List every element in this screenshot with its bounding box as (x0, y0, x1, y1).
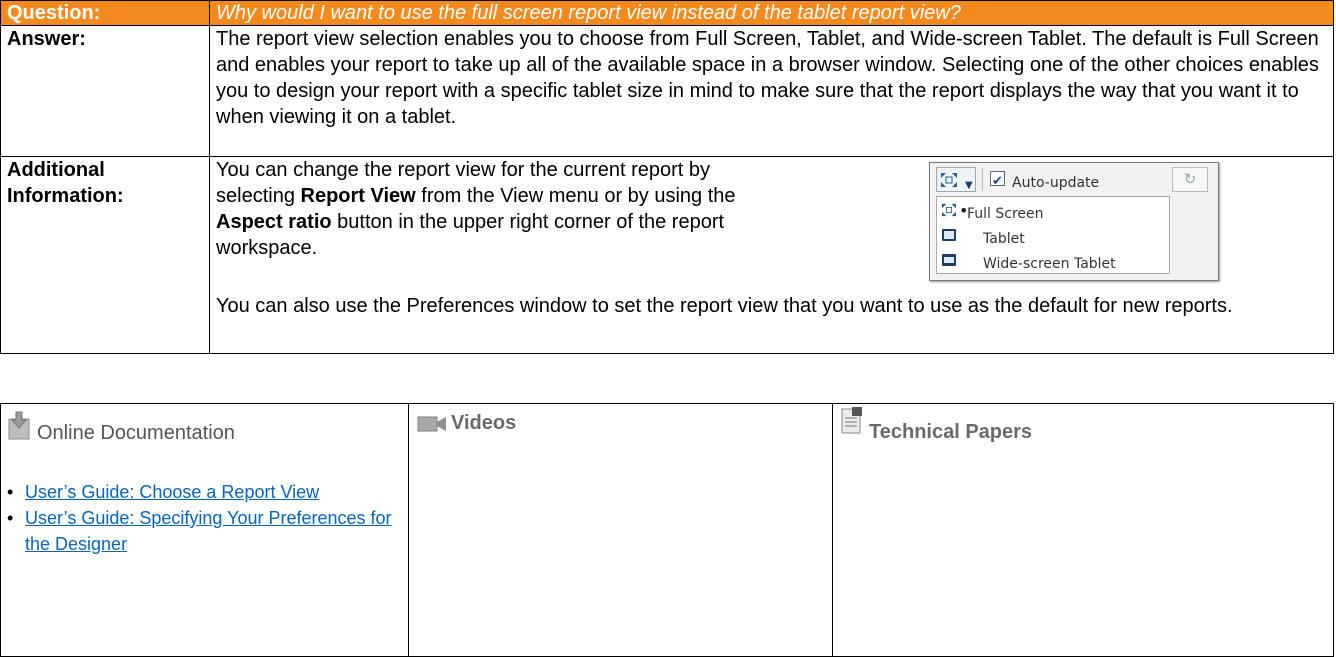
toolbar: ▼ ✔ Auto-update ↻ (930, 163, 1218, 196)
online-documentation-cell: Online Documentation • User’s Guide: Choo… (0, 403, 409, 657)
aspect-ratio-menu: • Full Screen Tablet Wide-screen Tablet (936, 196, 1170, 274)
wide-screen-tablet-icon (942, 254, 956, 266)
videos-cell: Videos (408, 403, 833, 657)
faq-page: Question: Why would I want to use the fu… (0, 0, 1336, 657)
answer-text: The report view selection enables you to… (209, 25, 1334, 157)
aspect-ratio-button[interactable]: ▼ (936, 167, 976, 192)
question-row: Question: Why would I want to use the fu… (0, 0, 1334, 26)
bullet-icon: • (7, 482, 14, 502)
aspect-ratio-term: Aspect ratio (216, 211, 332, 233)
technical-papers-cell: Technical Papers (832, 403, 1334, 657)
auto-update-label: Auto-update (1012, 175, 1100, 191)
technical-papers-title: Technical Papers (869, 421, 1033, 443)
answer-row: Answer: The report view selection enable… (0, 25, 1334, 157)
additional-label: Additional Information: (0, 156, 210, 354)
report-view-term: Report View (300, 185, 416, 207)
link-specifying-preferences[interactable]: User’s Guide: Specifying Your Preference… (25, 508, 392, 554)
resources-table: Online Documentation • User’s Guide: Choo… (0, 403, 1334, 657)
additional-paragraph-2: You can also use the Preferences window … (216, 295, 1233, 317)
refresh-button[interactable]: ↻ (1172, 167, 1208, 192)
menu-item-label: Wide-screen Tablet (983, 256, 1116, 272)
videos-title: Videos (451, 412, 517, 434)
question-label: Question: (0, 0, 210, 26)
aspect-ratio-screenshot: ▼ ✔ Auto-update ↻ • Full Screen Tablet W… (929, 162, 1219, 281)
video-camera-icon (417, 416, 446, 432)
tablet-icon (942, 229, 956, 241)
question-text: Why would I want to use the full screen … (209, 0, 1334, 26)
additional-text-c: from the View menu or by using the (415, 185, 736, 207)
list-item: • User’s Guide: Specifying Your Preferenc… (7, 505, 407, 557)
toolbar-divider (982, 168, 983, 191)
download-document-icon (8, 411, 30, 440)
online-documentation-title: Online Documentation (37, 422, 235, 444)
list-item: • User’s Guide: Choose a Report View (7, 479, 407, 505)
documentation-links: • User’s Guide: Choose a Report View • Use… (7, 479, 407, 557)
refresh-icon: ↻ (1183, 170, 1197, 188)
additional-paragraph-1: You can change the report view for the c… (216, 157, 776, 261)
menu-item-tablet[interactable]: Tablet (937, 223, 1171, 248)
menu-item-full-screen[interactable]: • Full Screen (937, 198, 1171, 223)
qa-table: Question: Why would I want to use the fu… (0, 0, 1334, 354)
auto-update-checkbox[interactable]: ✔ (990, 171, 1005, 189)
full-screen-icon (942, 203, 956, 217)
additional-cell: You can change the report view for the c… (209, 156, 1334, 354)
technical-paper-icon (841, 407, 862, 434)
menu-item-wide-screen-tablet[interactable]: Wide-screen Tablet (937, 248, 1171, 273)
bullet-icon: • (7, 508, 14, 528)
answer-label: Answer: (0, 25, 210, 157)
additional-row: Additional Information: You can change t… (0, 156, 1334, 354)
full-screen-icon (941, 173, 957, 187)
link-choose-report-view[interactable]: User’s Guide: Choose a Report View (25, 482, 319, 502)
